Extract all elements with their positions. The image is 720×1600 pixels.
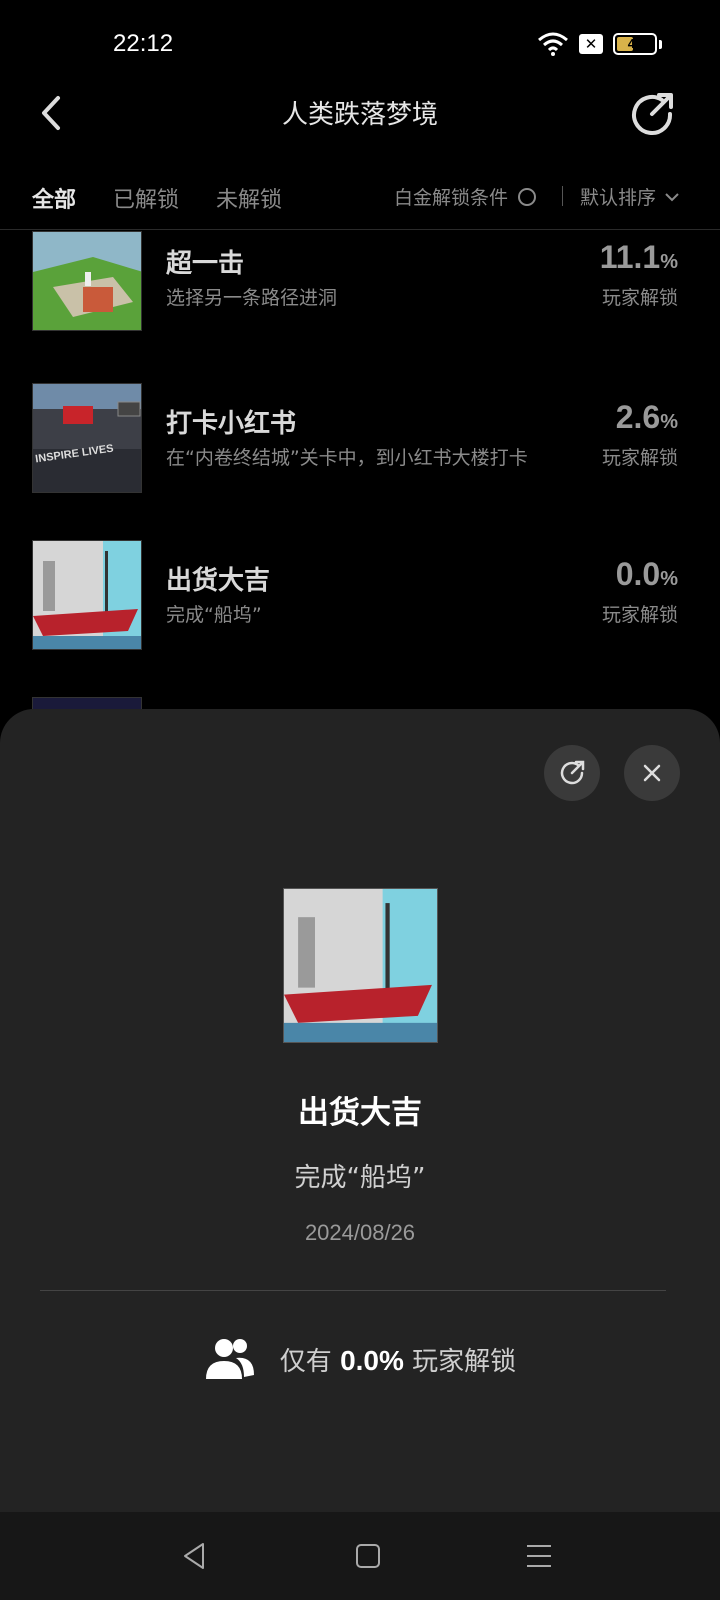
achievement-desc: 完成“船坞” [166,604,262,626]
detail-title: 出货大吉 [298,1095,422,1131]
status-icons: ✕ 44 [537,32,662,56]
divider [40,1290,666,1291]
achievement-detail-sheet: 出货大吉 完成“船坞” 2024/08/26 仅有 0.0% 玩家解锁 [0,709,720,1512]
list-item[interactable]: INSPIRE LIVES 打卡小红书 在“内卷终结城”关卡中，到小红书大楼打卡… [0,383,720,493]
achievement-title: 打卡小红书 [166,409,297,439]
rarity-info: 仅有 0.0% 玩家解锁 [0,1337,720,1381]
detail-share-button[interactable] [544,745,600,801]
detail-thumbnail [283,888,438,1043]
achievement-desc: 选择另一条路径进洞 [166,287,338,309]
status-bar: 22:12 ✕ 44 [0,0,720,90]
menu-icon [527,1545,551,1567]
sort-dropdown[interactable]: 默认排序 [580,183,680,210]
notification-x-icon: ✕ [579,34,603,54]
page-title: 人类跌落梦境 [281,100,438,130]
tab-locked[interactable]: 未解锁 [216,182,282,214]
unlock-percent: 11.1% [599,239,678,275]
nav-home-button[interactable] [352,1540,384,1572]
platinum-filter-label: 白金解锁条件 [394,187,509,209]
list-item[interactable]: 出货大吉 完成“船坞” 0.0% 玩家解锁 [0,540,720,650]
filter-tabs: 全部 已解锁 未解锁 白金解锁条件 默认排序 [0,170,720,230]
achievement-thumbnail: INSPIRE LIVES [32,383,142,493]
users-icon [205,1339,254,1379]
unlock-label: 玩家解锁 [601,604,678,626]
tab-all[interactable]: 全部 [32,182,76,214]
unlock-label: 玩家解锁 [601,287,678,309]
platinum-filter[interactable]: 白金解锁条件 [394,183,537,210]
tab-unlocked[interactable]: 已解锁 [113,182,179,214]
status-time: 22:12 [113,30,174,57]
detail-date: 2024/08/26 [304,1220,416,1245]
battery-icon: 44 [613,33,657,55]
wifi-icon [537,32,569,56]
nav-menu-button[interactable] [523,1540,555,1572]
share-icon [560,760,585,785]
detail-description: 完成“船坞” [294,1163,426,1193]
rarity-text: 仅有 0.0% 玩家解锁 [279,1344,517,1377]
rarity-value: 0.0% [340,1344,404,1376]
battery-tip [659,39,662,49]
share-icon [632,93,673,135]
triangle-back-icon [184,1543,204,1569]
filter-divider [562,186,563,206]
nav-back-button[interactable] [179,1540,211,1572]
share-button[interactable] [630,90,676,136]
unlock-percent: 2.6% [615,399,678,435]
chevron-down-icon [665,192,679,201]
achievement-title: 超一击 [166,249,245,279]
achievement-desc: 在“内卷终结城”关卡中，到小红书大楼打卡 [166,447,528,469]
achievement-list: 超一击 选择另一条路径进洞 11.1% 玩家解锁 INSPIRE LIVES 打… [0,231,720,711]
radio-icon [518,187,537,206]
header: 人类跌落梦境 [0,80,720,146]
unlock-label: 玩家解锁 [601,447,678,469]
list-item[interactable]: 超一击 选择另一条路径进洞 11.1% 玩家解锁 [0,231,720,331]
unlock-percent: 0.0% [615,556,678,592]
system-navbar [0,1512,720,1600]
sort-label: 默认排序 [580,187,657,209]
close-icon [643,764,661,782]
close-button[interactable] [624,745,680,801]
battery-level: 44 [627,36,643,51]
achievement-thumbnail [32,231,142,331]
achievement-title: 出货大吉 [166,566,271,596]
square-home-icon [356,1544,380,1568]
achievement-thumbnail [32,540,142,650]
